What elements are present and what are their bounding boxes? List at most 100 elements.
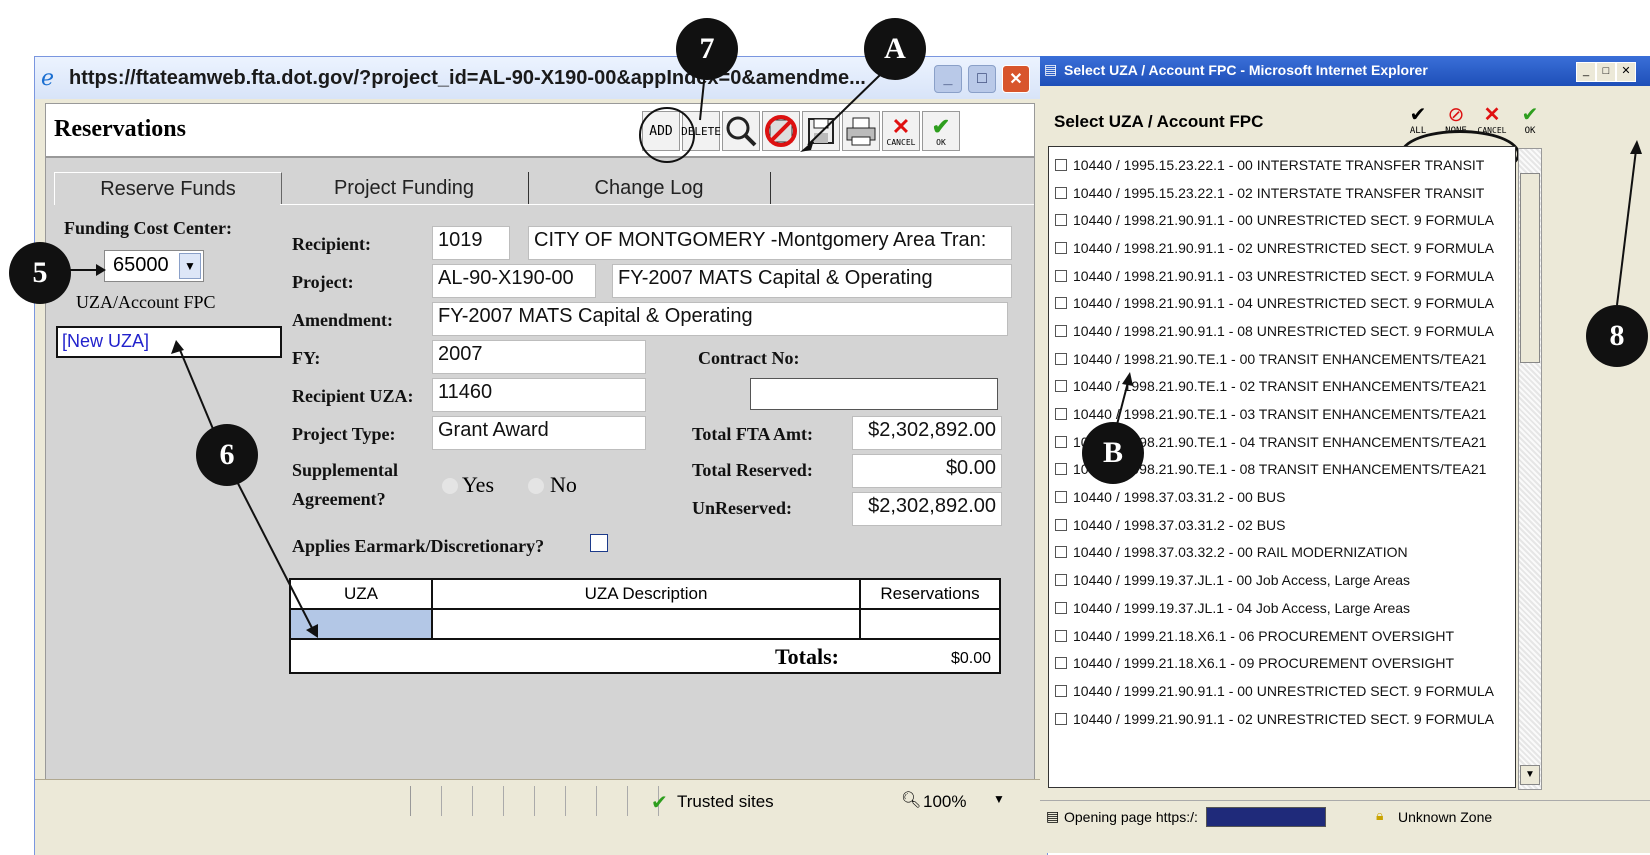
ok-button[interactable]: ✔ OK: [922, 111, 960, 151]
list-item-label: 10440 / 1995.15.23.22.1 - 00 INTERSTATE …: [1073, 156, 1485, 173]
no-radio[interactable]: [528, 478, 544, 494]
list-item-checkbox[interactable]: [1055, 408, 1067, 421]
list-item-checkbox[interactable]: [1055, 463, 1067, 476]
popup-maximize-button[interactable]: □: [1596, 62, 1616, 82]
list-item[interactable]: 10440 / 1998.37.03.32.2 - 00 RAIL MODERN…: [1055, 539, 1515, 567]
list-item-checkbox[interactable]: [1055, 601, 1067, 614]
popup-close-button[interactable]: ✕: [1616, 62, 1636, 82]
delete-button[interactable]: DELETE: [681, 111, 721, 151]
list-item-checkbox[interactable]: [1055, 186, 1067, 199]
recipient-uza-field[interactable]: 11460: [432, 378, 646, 412]
red-x-icon: ✕: [891, 113, 911, 139]
chevron-down-icon[interactable]: ▼: [179, 253, 201, 279]
maximize-button[interactable]: □: [968, 65, 996, 93]
recipient-id-field[interactable]: 1019: [432, 226, 510, 260]
list-item[interactable]: 10440 / 1998.21.90.91.1 - 02 UNRESTRICTE…: [1055, 234, 1515, 262]
ie-icon: ℯ: [41, 65, 55, 90]
list-item-checkbox[interactable]: [1055, 269, 1067, 282]
popup-cancel-label: CANCEL: [1477, 126, 1507, 135]
list-item-checkbox[interactable]: [1055, 352, 1067, 365]
recipient-name-field[interactable]: CITY OF MONTGOMERY -Montgomery Area Tran…: [528, 226, 1012, 260]
list-item-checkbox[interactable]: [1055, 546, 1067, 559]
list-item-checkbox[interactable]: [1055, 158, 1067, 171]
no-save-button[interactable]: [762, 111, 800, 151]
list-item[interactable]: 10440 / 1999.19.37.JL.1 - 00 Job Access,…: [1055, 566, 1515, 594]
list-item-label: 10440 / 1998.21.90.91.1 - 08 UNRESTRICTE…: [1073, 322, 1494, 339]
printer-icon: [846, 117, 876, 146]
list-item-checkbox[interactable]: [1055, 684, 1067, 697]
list-item[interactable]: 10440 / 1998.37.03.31.2 - 02 BUS: [1055, 511, 1515, 539]
list-item-label: 10440 / 1998.21.90.91.1 - 00 UNRESTRICTE…: [1073, 212, 1494, 229]
fy-field[interactable]: 2007: [432, 340, 646, 374]
list-item-label: 10440 / 1999.21.90.91.1 - 00 UNRESTRICTE…: [1073, 682, 1494, 699]
list-item[interactable]: 10440 / 1998.21.90.91.1 - 08 UNRESTRICTE…: [1055, 317, 1515, 345]
table-cell-reservations[interactable]: [861, 610, 999, 640]
scrollbar-thumb[interactable]: [1520, 173, 1540, 363]
list-item[interactable]: 10440 / 1998.21.90.TE.1 - 02 TRANSIT ENH…: [1055, 373, 1515, 401]
zoom-label[interactable]: 100%: [923, 792, 966, 812]
add-button[interactable]: ADD: [642, 111, 680, 151]
popup-cancel-button[interactable]: ✕ CANCEL: [1472, 104, 1512, 142]
list-item[interactable]: 10440 / 1998.21.90.91.1 - 04 UNRESTRICTE…: [1055, 289, 1515, 317]
amendment-field[interactable]: FY-2007 MATS Capital & Operating: [432, 302, 1008, 336]
list-item-checkbox[interactable]: [1055, 435, 1067, 448]
list-item[interactable]: 10440 / 1995.15.23.22.1 - 00 INTERSTATE …: [1055, 151, 1515, 179]
project-id-field[interactable]: AL-90-X190-00: [432, 264, 596, 298]
list-item[interactable]: 10440 / 1999.21.18.X6.1 - 09 PROCUREMENT…: [1055, 649, 1515, 677]
zone-label: Trusted sites: [677, 792, 774, 811]
list-item-label: 10440 / 1999.21.90.91.1 - 02 UNRESTRICTE…: [1073, 710, 1494, 727]
list-item-checkbox[interactable]: [1055, 657, 1067, 670]
popup-minimize-button[interactable]: _: [1576, 62, 1596, 82]
list-item[interactable]: 10440 / 1998.21.90.91.1 - 00 UNRESTRICTE…: [1055, 206, 1515, 234]
new-uza-link[interactable]: [New UZA]: [62, 331, 149, 352]
list-item[interactable]: 10440 / 1998.37.03.31.2 - 00 BUS: [1055, 483, 1515, 511]
list-item-checkbox[interactable]: [1055, 629, 1067, 642]
select-none-button[interactable]: ⊘ NONE: [1436, 104, 1476, 142]
list-item-checkbox[interactable]: [1055, 518, 1067, 531]
table-header-description: UZA Description: [433, 580, 861, 610]
list-item-checkbox[interactable]: [1055, 324, 1067, 337]
select-all-button[interactable]: ✔ ALL: [1398, 104, 1438, 142]
list-item-checkbox[interactable]: [1055, 574, 1067, 587]
uza-input[interactable]: [New UZA]: [56, 326, 282, 358]
save-button[interactable]: [802, 111, 840, 151]
popup-ok-button[interactable]: ✔ OK: [1510, 104, 1550, 142]
tab-change-log[interactable]: Change Log: [528, 172, 771, 204]
tab-project-funding[interactable]: Project Funding: [280, 172, 529, 204]
scroll-down-icon[interactable]: ▼: [1520, 765, 1540, 785]
list-item-checkbox[interactable]: [1055, 241, 1067, 254]
table-cell-uza[interactable]: [291, 610, 433, 640]
list-item[interactable]: 10440 / 1998.21.90.TE.1 - 00 TRANSIT ENH…: [1055, 345, 1515, 373]
list-item[interactable]: 10440 / 1995.15.23.22.1 - 02 INTERSTATE …: [1055, 179, 1515, 207]
list-item-checkbox[interactable]: [1055, 712, 1067, 725]
list-item[interactable]: 10440 / 1999.21.18.X6.1 - 06 PROCUREMENT…: [1055, 622, 1515, 650]
popup-green-check-icon: ✔: [1521, 104, 1539, 126]
yes-radio[interactable]: [442, 478, 458, 494]
earmark-checkbox[interactable]: [590, 534, 608, 552]
yes-label: Yes: [462, 472, 495, 497]
list-item[interactable]: 10440 / 1999.21.90.91.1 - 02 UNRESTRICTE…: [1055, 705, 1515, 733]
funding-cost-center-select[interactable]: 65000 ▼: [104, 250, 204, 282]
close-button[interactable]: ✕: [1002, 65, 1030, 93]
list-scrollbar[interactable]: ▼: [1518, 148, 1542, 790]
cancel-button[interactable]: ✕ CANCEL: [882, 111, 920, 151]
totals-label: Totals:: [775, 644, 839, 669]
list-item[interactable]: 10440 / 1999.21.90.91.1 - 00 UNRESTRICTE…: [1055, 677, 1515, 705]
print-button[interactable]: [842, 111, 880, 151]
zoom-dropdown-icon[interactable]: ▼: [993, 792, 1005, 806]
list-item[interactable]: 10440 / 1999.19.37.JL.1 - 04 Job Access,…: [1055, 594, 1515, 622]
minimize-button[interactable]: _: [934, 65, 962, 93]
callout-8: 8: [1586, 305, 1648, 367]
project-name-field[interactable]: FY-2007 MATS Capital & Operating: [612, 264, 1012, 298]
list-item[interactable]: 10440 / 1998.21.90.91.1 - 03 UNRESTRICTE…: [1055, 262, 1515, 290]
search-button[interactable]: [722, 111, 760, 151]
tab-reserve-funds[interactable]: Reserve Funds: [54, 172, 282, 205]
contract-no-label: Contract No:: [698, 348, 800, 368]
list-item-checkbox[interactable]: [1055, 380, 1067, 393]
list-item-checkbox[interactable]: [1055, 491, 1067, 504]
list-item-checkbox[interactable]: [1055, 214, 1067, 227]
list-item-checkbox[interactable]: [1055, 297, 1067, 310]
contract-no-field[interactable]: [750, 378, 998, 410]
project-type-field[interactable]: Grant Award: [432, 416, 646, 450]
unreserved-field: $2,302,892.00: [852, 492, 1002, 526]
